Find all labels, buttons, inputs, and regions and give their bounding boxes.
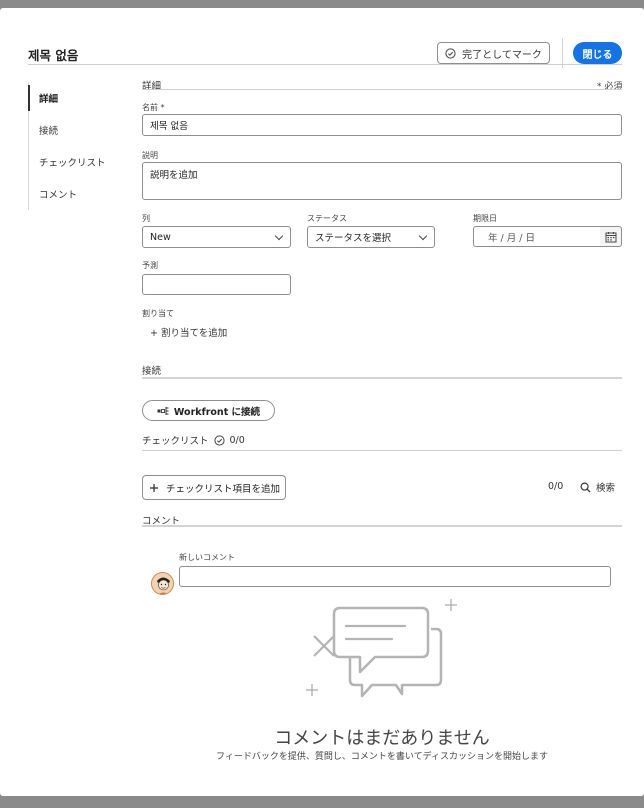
plus-icon (150, 483, 158, 492)
nav-item-comments[interactable]: コメント (29, 178, 138, 210)
checklist-progress: 0/0 (229, 434, 245, 446)
due-date-input[interactable]: 年 / 月 / 日 (473, 226, 601, 247)
checklist-rule (142, 450, 622, 451)
empty-comments-description: フィードバックを提供、質問し、コメントを書いてディスカッションを開始します (216, 752, 548, 762)
check-circle-icon (445, 47, 456, 59)
name-value: 제목 없음 (150, 121, 188, 132)
search-icon (580, 482, 591, 493)
nav-item-checklist[interactable]: チェックリスト (29, 146, 138, 178)
add-checklist-item-label: チェックリスト項目を追加 (166, 483, 281, 495)
column-label: 列 (142, 214, 150, 223)
description-placeholder: 説明を追加 (150, 170, 198, 181)
chevron-down-icon (274, 231, 284, 240)
estimate-label: 予測 (142, 261, 158, 270)
check-circle-icon (213, 434, 225, 446)
assignment-label: 割り当て (142, 309, 174, 318)
checklist-title: チェックリスト (142, 436, 209, 447)
connect-workfront-label: Workfront に接続 (173, 406, 261, 418)
avatar (151, 572, 174, 595)
connect-workfront-button[interactable]: Workfront に接続 (142, 400, 275, 421)
search-label: 検索 (596, 483, 616, 494)
side-nav: 詳細 接続 チェックリスト コメント (28, 82, 138, 210)
column-value: New (150, 231, 171, 243)
due-date-placeholder: 年 / 月 / 日 (488, 232, 535, 244)
new-comment-input[interactable] (179, 566, 611, 587)
add-checklist-item-button[interactable]: チェックリスト項目を追加 (142, 475, 286, 500)
checklist-search-button[interactable]: 検索 (580, 480, 615, 494)
connections-rule (142, 377, 622, 379)
close-button[interactable]: 閉じる (573, 42, 622, 64)
nav-item-connections[interactable]: 接続 (29, 114, 138, 146)
chevron-down-icon (418, 231, 428, 240)
new-comment-label: 新しいコメント (179, 553, 235, 562)
checklist-count: 0/0 (548, 481, 564, 492)
workfront-icon (157, 406, 169, 415)
due-date-label: 期限日 (473, 214, 497, 223)
status-value: ステータスを選択 (315, 233, 392, 244)
status-label: ステータス (307, 214, 347, 223)
calendar-button[interactable] (600, 226, 622, 247)
user-avatar-icon (152, 573, 173, 594)
name-label: 名前 * (142, 103, 165, 112)
checklist-heading: チェックリスト 0/0 (142, 433, 245, 448)
empty-comments-title: コメントはまだありません (274, 728, 490, 749)
task-dialog: 제목 없음 完了としてマーク 閉じる 詳細 接続 チェックリスト コメント 詳細… (0, 8, 644, 796)
add-assignment-button[interactable]: + 割り当てを追加 (150, 325, 227, 339)
header-rule (28, 64, 622, 65)
mark-complete-label: 完了としてマーク (462, 49, 542, 61)
column-select[interactable]: New (142, 226, 291, 248)
connections-heading: 接続 (142, 366, 162, 377)
description-textarea[interactable]: 説明を追加 (142, 162, 622, 200)
name-input[interactable]: 제목 없음 (142, 114, 622, 136)
required-note: * 必須 (597, 82, 623, 92)
mark-complete-button[interactable]: 完了としてマーク (437, 42, 550, 64)
nav-item-details[interactable]: 詳細 (28, 82, 138, 114)
estimate-input[interactable] (142, 274, 291, 295)
calendar-icon (605, 231, 616, 242)
comments-rule (142, 525, 622, 527)
description-label: 説明 (142, 151, 158, 160)
status-select[interactable]: ステータスを選択 (307, 226, 435, 248)
dialog-title: 제목 없음 (28, 48, 79, 63)
empty-comments-illustration (306, 599, 457, 698)
details-rule (142, 89, 622, 90)
